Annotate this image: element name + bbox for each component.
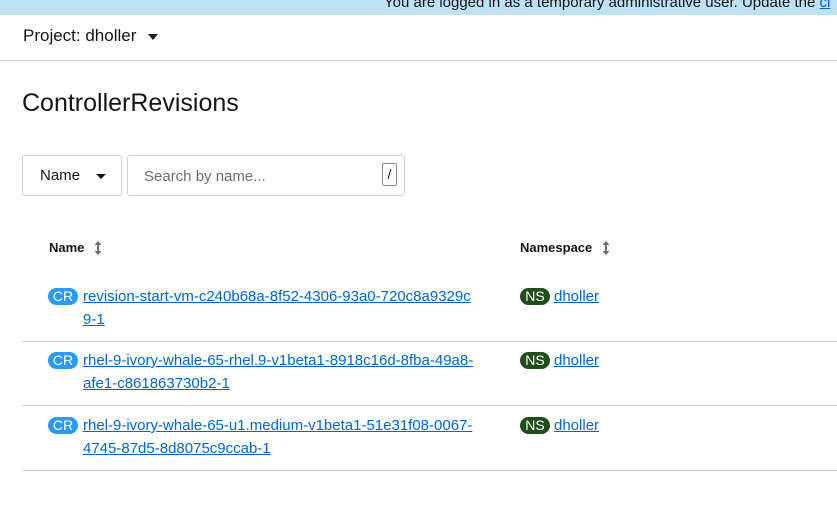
info-banner: You are logged in as a temporary adminis… [0, 0, 837, 15]
filter-type-label: Name [40, 167, 81, 184]
column-header-name[interactable]: Name [49, 240, 102, 255]
resource-badge-cr: CR [48, 288, 78, 305]
column-header-namespace[interactable]: Namespace [520, 240, 610, 255]
banner-message: You are logged in as a temporary adminis… [384, 0, 830, 11]
resource-badge-ns: NS [520, 352, 550, 369]
resource-badge-ns: NS [520, 417, 550, 434]
project-bar: Project: dholler [0, 15, 837, 61]
table-row: CR revision-start-vm-c240b68a-8f52-4306-… [22, 278, 837, 342]
project-selector-label: Project: dholler [23, 26, 137, 45]
namespace-link[interactable]: dholler [554, 286, 599, 309]
resource-name-link[interactable]: revision-start-vm-c240b68a-8f52-4306-93a… [83, 286, 478, 331]
filter-type-dropdown[interactable]: Name [22, 155, 122, 196]
resource-badge-ns: NS [520, 288, 550, 305]
caret-down-icon [148, 33, 159, 40]
column-header-name-label: Name [49, 240, 85, 255]
table-row: CR rhel-9-ivory-whale-65-u1.medium-v1bet… [22, 407, 837, 471]
namespace-link[interactable]: dholler [554, 350, 599, 373]
search-input[interactable] [144, 165, 364, 187]
page-title: ControllerRevisions [22, 89, 239, 117]
caret-down-icon [96, 173, 107, 179]
table-row: CR rhel-9-ivory-whale-65-rhel.9-v1beta1-… [22, 342, 837, 406]
shortcut-hint: / [382, 163, 397, 186]
search-box: / [127, 155, 405, 196]
sort-icon [94, 240, 102, 255]
resource-name-link[interactable]: rhel-9-ivory-whale-65-rhel.9-v1beta1-891… [83, 350, 478, 395]
namespace-link[interactable]: dholler [554, 415, 599, 438]
project-selector[interactable]: Project: dholler [23, 26, 159, 46]
resource-badge-cr: CR [48, 352, 78, 369]
resource-badge-cr: CR [48, 417, 78, 434]
banner-text: You are logged in as a temporary adminis… [384, 0, 820, 11]
column-header-namespace-label: Namespace [520, 240, 593, 255]
banner-link[interactable]: cl [820, 0, 831, 11]
resource-name-link[interactable]: rhel-9-ivory-whale-65-u1.medium-v1beta1-… [83, 415, 478, 460]
sort-icon [602, 240, 610, 255]
